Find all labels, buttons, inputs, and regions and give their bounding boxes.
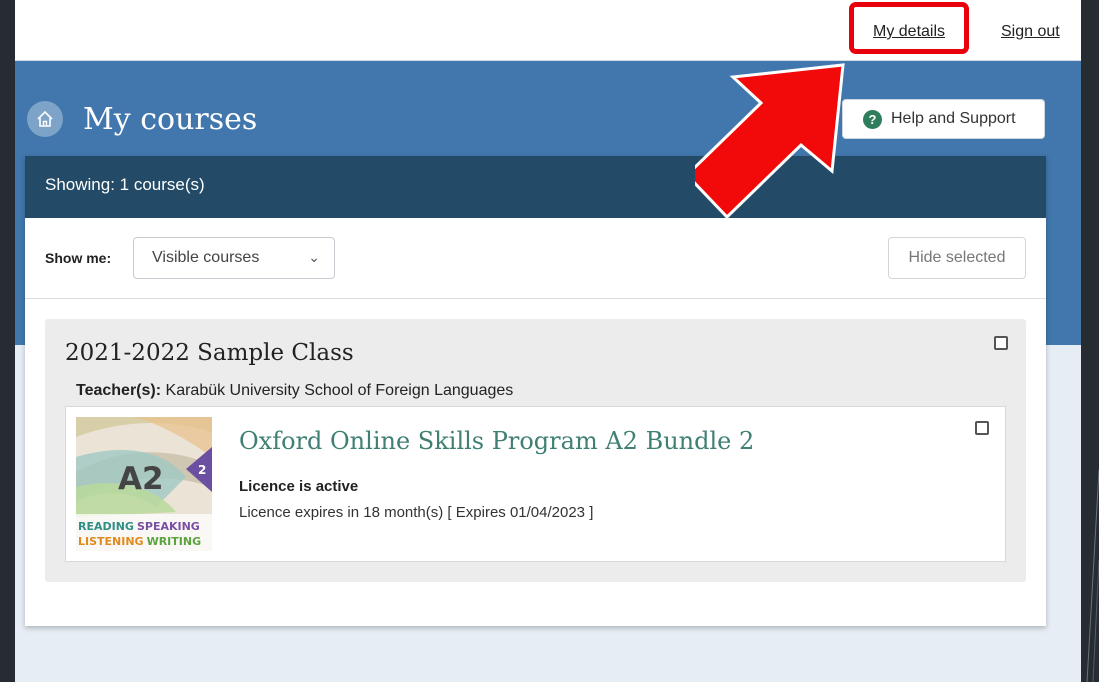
teacher-value: Karabük University School of Foreign Lan… (165, 382, 514, 399)
svg-text:LISTENINGWRITING: LISTENING WRITING (78, 535, 201, 548)
chevron-down-icon: ⌄ (308, 249, 320, 265)
product-card: A2 2 READING SPEAKING LISTENING WRITING Ox… (65, 406, 1006, 562)
home-icon[interactable] (27, 101, 63, 137)
licence-expiry: Licence expires in 18 month(s) [ Expires… (239, 504, 594, 521)
cover-skill-speaking: SPEAKING (137, 520, 200, 533)
course-count-header: Showing: 1 course(s) (25, 156, 1046, 218)
cover-skill-listening: LISTENING (78, 535, 144, 548)
courses-card: Showing: 1 course(s) Show me: Visible co… (25, 156, 1046, 626)
cover-level-text: A2 (118, 461, 164, 497)
svg-text:READINGSPEAKING: READING SPEAKING (78, 520, 200, 533)
cover-bundle-text: 2 (198, 463, 206, 477)
class-title: 2021-2022 Sample Class (65, 340, 354, 366)
product-title-link[interactable]: Oxford Online Skills Program A2 Bundle 2 (239, 427, 754, 455)
show-me-label: Show me: (45, 250, 112, 266)
class-group: 2021-2022 Sample Class Teacher(s): Karab… (45, 319, 1026, 582)
sign-out-link[interactable]: Sign out (1001, 23, 1060, 41)
cover-skill-writing: WRITING (147, 535, 202, 548)
help-support-label: Help and Support (891, 110, 1016, 127)
divider (25, 298, 1046, 299)
highlight-box (849, 2, 969, 54)
slide-frame-left (0, 0, 15, 682)
course-filter-select[interactable]: Visible courses ⌄ (133, 237, 335, 279)
class-select-checkbox[interactable] (994, 336, 1008, 350)
page: My details Sign out My courses ? Help an… (15, 0, 1081, 682)
licence-status: Licence is active (239, 478, 359, 495)
teacher-label: Teacher(s): (76, 382, 162, 399)
product-cover-image[interactable]: A2 2 READING SPEAKING LISTENING WRITING (76, 417, 212, 551)
hide-selected-button[interactable]: Hide selected (888, 237, 1026, 279)
product-select-checkbox[interactable] (975, 421, 989, 435)
slide-frame-right (1081, 0, 1099, 682)
course-count-text: Showing: 1 course(s) (45, 175, 205, 194)
arrow-pointer-icon (695, 63, 845, 220)
cover-skill-reading: READING (78, 520, 134, 533)
page-title: My courses (83, 102, 258, 137)
course-filter-value: Visible courses (152, 249, 260, 266)
teacher-line: Teacher(s): Karabük University School of… (76, 382, 513, 400)
